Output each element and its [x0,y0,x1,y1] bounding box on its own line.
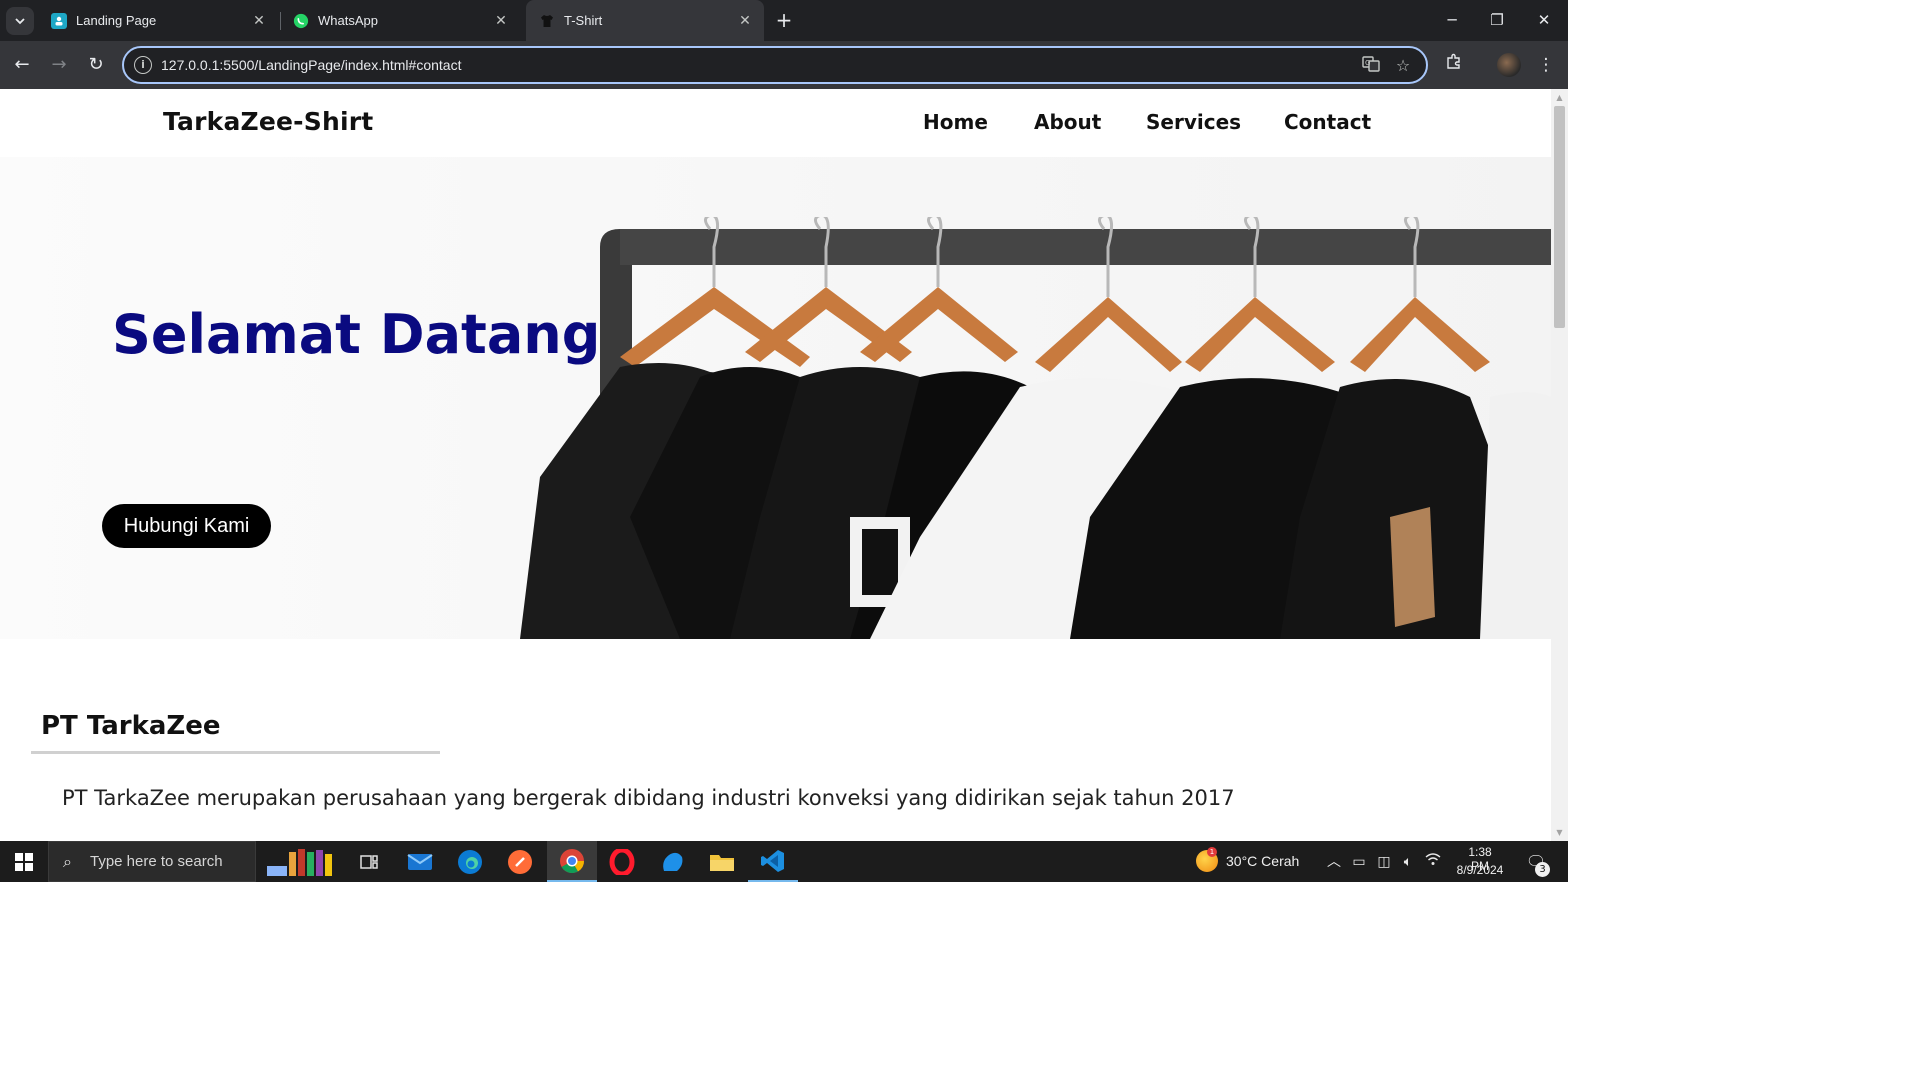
svg-text:G: G [1365,59,1370,67]
contact-us-button[interactable]: Hubungi Kami [102,504,271,548]
web-page: TarkaZee-Shirt Home About Services Conta… [0,89,1551,841]
address-bar[interactable]: i 127.0.0.1:5500/LandingPage/index.html#… [122,46,1428,84]
file-explorer-icon[interactable] [697,841,747,882]
windows-logo-icon [15,852,33,871]
battery-icon[interactable]: ▭ [1349,852,1369,872]
meet-now-icon[interactable]: ◫ [1374,852,1394,872]
taskbar-search-box[interactable]: ⌕ Type here to search [48,841,256,882]
extensions-puzzle-icon[interactable] [1441,52,1467,78]
page-scrollbar[interactable]: ▲ ▼ [1551,89,1568,841]
nav-link-home[interactable]: Home [923,110,988,134]
show-hidden-icons-chevron-icon[interactable]: ︿ [1324,852,1344,872]
volume-icon[interactable]: 🔈︎ [1398,852,1418,872]
tab-search-button[interactable] [6,7,34,35]
opera-icon[interactable] [597,841,647,882]
tab-title: T-Shirt [564,13,603,28]
close-tab-icon[interactable]: ✕ [737,12,753,28]
forward-button[interactable]: → [45,51,73,79]
wifi-icon[interactable] [1423,852,1443,872]
whatsapp-icon [293,13,309,29]
weather-text[interactable]: 30°C Cerah [1226,853,1299,869]
tshirt-icon [539,13,555,29]
hero-title: Selamat Datang [112,303,601,366]
scroll-down-arrow-icon[interactable]: ▼ [1555,828,1564,837]
mail-icon[interactable] [395,841,445,882]
cloud-app-icon[interactable] [647,841,697,882]
edge-browser-icon[interactable] [445,841,495,882]
restore-button[interactable]: ❐ [1474,0,1520,41]
start-button[interactable] [0,841,48,882]
about-paragraph: PT TarkaZee merupakan perusahaan yang be… [62,786,1235,810]
tab-whatsapp[interactable]: WhatsApp ✕ [280,0,520,41]
weather-alert-badge: 1 [1207,847,1217,857]
nav-link-contact[interactable]: Contact [1284,110,1371,134]
search-placeholder: Type here to search [90,853,223,870]
profile-avatar[interactable] [1497,53,1521,77]
landing-page-favicon-icon [51,12,67,29]
minimize-button[interactable]: ─ [1429,0,1475,41]
vscode-icon[interactable] [748,841,798,882]
site-header: TarkaZee-Shirt Home About Services Conta… [0,89,1551,157]
postman-icon[interactable] [495,841,545,882]
browser-toolbar: ← → ↻ i 127.0.0.1:5500/LandingPage/index… [0,41,1568,89]
books-widget-icon[interactable] [262,841,344,882]
tab-title: Landing Page [76,13,157,28]
chrome-icon[interactable] [547,841,597,882]
close-tab-icon[interactable]: ✕ [251,12,267,28]
notification-count-badge: 3 [1535,862,1550,877]
hero-section: Selamat Datang Hubungi Kami [0,157,1551,639]
more-menu-icon[interactable]: ⋮ [1533,52,1559,78]
tab-t-shirt[interactable]: T-Shirt ✕ [526,0,764,41]
scrollbar-thumb[interactable] [1554,106,1565,328]
windows-taskbar: ⌕ Type here to search 1 30°C Cerah ︿ ▭ ◫… [0,841,1568,882]
tab-title: WhatsApp [318,13,378,28]
clock-date[interactable]: 8/9/2024 [1451,863,1509,877]
new-tab-button[interactable]: + [772,8,796,32]
browser-tab-strip: Landing Page ✕ WhatsApp ✕ T-Shirt ✕ + ─ … [0,0,1568,41]
heading-underline [31,751,440,754]
url-text: 127.0.0.1:5500/LandingPage/index.html#co… [161,57,462,73]
hero-clothing-rack-image [520,217,1551,639]
site-info-icon[interactable]: i [134,56,152,74]
scroll-up-arrow-icon[interactable]: ▲ [1555,93,1564,102]
close-tab-icon[interactable]: ✕ [493,12,509,28]
about-heading: PT TarkaZee [41,711,221,741]
translate-icon[interactable]: G [1360,55,1382,77]
chevron-down-icon [15,18,25,25]
close-window-button[interactable]: ✕ [1521,0,1567,41]
task-view-icon[interactable] [344,841,394,882]
reload-button[interactable]: ↻ [82,51,110,79]
tab-landing-page[interactable]: Landing Page ✕ [38,0,278,41]
bookmark-star-icon[interactable]: ☆ [1392,55,1414,77]
nav-link-about[interactable]: About [1034,110,1101,134]
site-brand[interactable]: TarkaZee-Shirt [163,107,373,136]
search-icon: ⌕ [63,852,72,871]
back-button[interactable]: ← [8,51,36,79]
nav-link-services[interactable]: Services [1146,110,1241,134]
